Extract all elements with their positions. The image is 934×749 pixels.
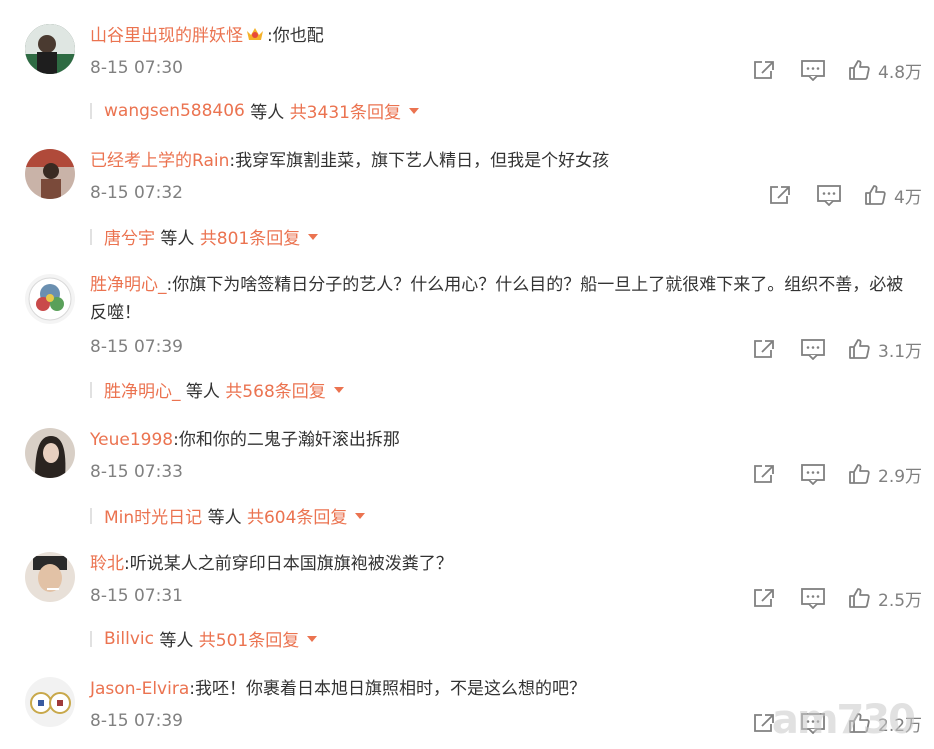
like-button[interactable]: 4.8万: [848, 57, 922, 83]
like-icon: [848, 59, 870, 81]
reply-summary[interactable]: Billvic 等人 共501条回复: [90, 626, 318, 651]
comment-time: 8-15 07:30: [90, 58, 183, 78]
reply-summary[interactable]: Min时光日记 等人 共604条回复: [90, 503, 366, 528]
avatar[interactable]: [25, 149, 75, 199]
like-icon: [848, 338, 870, 360]
reply-username[interactable]: Min时光日记: [104, 503, 202, 528]
share-icon[interactable]: [752, 461, 776, 487]
comment-text: 聆北:听说某人之前穿印日本国旗旗袍被泼粪了？: [90, 554, 453, 574]
like-count: 2.5万: [878, 590, 923, 611]
comment-username[interactable]: 山谷里出现的胖妖怪: [90, 26, 243, 46]
reply-divider: [90, 381, 92, 398]
watermark: am730: [771, 697, 916, 743]
like-count: 3.1万: [878, 341, 923, 362]
comment-icon[interactable]: [816, 182, 842, 208]
comment-icon[interactable]: [800, 461, 826, 487]
like-count: 4万: [894, 187, 922, 208]
comment-text: 已经考上学的Rain:我穿军旗割韭菜，旗下艺人精日，但我是个好女孩: [90, 151, 610, 171]
reply-divider: [90, 228, 92, 245]
reply-username[interactable]: Billvic: [104, 629, 154, 649]
dropdown-arrow-icon[interactable]: [333, 386, 344, 393]
comment-time: 8-15 07:39: [90, 711, 183, 731]
comment-username[interactable]: 聆北: [90, 554, 124, 574]
reply-count-link[interactable]: 共604条回复: [247, 503, 347, 528]
reply-username[interactable]: 胜净明心_: [104, 377, 181, 402]
comment-username[interactable]: Yeue1998: [90, 430, 173, 450]
reply-summary[interactable]: wangsen588406 等人 共3431条回复: [90, 98, 419, 123]
reply-label: 等人: [250, 103, 285, 123]
comment-body: 我穿军旗割韭菜，旗下艺人精日，但我是个好女孩: [235, 151, 610, 171]
avatar[interactable]: [25, 428, 75, 478]
comment-body: 听说某人之前穿印日本国旗旗袍被泼粪了？: [129, 554, 453, 574]
comment-body: 你也配: [272, 26, 324, 46]
like-button[interactable]: 2.9万: [848, 461, 922, 487]
dropdown-arrow-icon[interactable]: [308, 233, 319, 240]
share-icon[interactable]: [752, 585, 776, 611]
dropdown-arrow-icon[interactable]: [307, 635, 318, 642]
like-button[interactable]: 3.1万: [848, 336, 922, 362]
share-icon[interactable]: [752, 336, 776, 362]
comment-time: 8-15 07:39: [90, 337, 183, 357]
reply-label: 等人: [207, 508, 242, 528]
reply-summary[interactable]: 唐兮宇 等人 共801条回复: [90, 224, 319, 249]
avatar[interactable]: [25, 24, 75, 74]
comment-actions: 4.8万: [752, 57, 934, 83]
reply-summary[interactable]: 胜净明心_ 等人 共568条回复: [90, 377, 344, 402]
comment-body: 你和你的二鬼子瀚奸滚出拆那: [178, 430, 400, 450]
reply-count-link[interactable]: 共568条回复: [225, 377, 325, 402]
reply-count-link[interactable]: 共501条回复: [199, 626, 299, 651]
comment-actions: 2.5万: [752, 585, 934, 611]
avatar[interactable]: [25, 552, 75, 602]
like-icon: [848, 463, 870, 485]
comment-time: 8-15 07:32: [90, 183, 183, 203]
comment-actions: 4万: [768, 182, 934, 208]
reply-divider: [90, 630, 92, 647]
comment-username[interactable]: 胜净明心_: [90, 275, 167, 295]
like-icon: [848, 587, 870, 609]
comment-icon[interactable]: [800, 57, 826, 83]
comment-icon[interactable]: [800, 336, 826, 362]
dropdown-arrow-icon[interactable]: [355, 512, 366, 519]
comment-icon[interactable]: [800, 585, 826, 611]
share-icon[interactable]: [768, 182, 792, 208]
comment-time: 8-15 07:31: [90, 586, 183, 606]
comment-actions: 3.1万: [752, 336, 934, 362]
reply-label: 等人: [160, 229, 195, 249]
like-count: 4.8万: [878, 62, 923, 83]
comment-actions: 2.9万: [752, 461, 934, 487]
reply-divider: [90, 507, 92, 524]
reply-count-link[interactable]: 共801条回复: [200, 224, 300, 249]
comment-text: 胜净明心_:你旗下为啥签精日分子的艺人？什么用心？什么目的？船一旦上了就很难下来…: [90, 275, 904, 323]
avatar[interactable]: [25, 274, 75, 324]
reply-divider: [90, 102, 92, 119]
like-button[interactable]: 2.5万: [848, 585, 922, 611]
like-icon: [864, 184, 886, 206]
like-count: 2.9万: [878, 466, 923, 487]
comment-text: Yeue1998:你和你的二鬼子瀚奸滚出拆那: [90, 430, 400, 450]
comment-body: 我呸！你裹着日本旭日旗照相时，不是这么想的吧？: [195, 679, 586, 699]
comment-body: 你旗下为啥签精日分子的艺人？什么用心？什么目的？船一旦上了就很难下来了。组织不善…: [90, 275, 904, 323]
reply-count-link[interactable]: 共3431条回复: [290, 98, 401, 123]
comment-username[interactable]: 已经考上学的Rain: [90, 151, 229, 171]
comment-text: 山谷里出现的胖妖怪:你也配: [90, 22, 920, 52]
comment-username[interactable]: Jason-Elvira: [90, 679, 189, 699]
reply-label: 等人: [159, 631, 194, 651]
comment-time: 8-15 07:33: [90, 462, 183, 482]
crown-badge-icon: [245, 24, 265, 52]
like-button[interactable]: 4万: [864, 182, 922, 208]
avatar[interactable]: [25, 677, 75, 727]
dropdown-arrow-icon[interactable]: [408, 107, 419, 114]
reply-label: 等人: [185, 382, 220, 402]
reply-username[interactable]: wangsen588406: [104, 101, 245, 121]
share-icon[interactable]: [752, 57, 776, 83]
reply-username[interactable]: 唐兮宇: [104, 224, 155, 249]
